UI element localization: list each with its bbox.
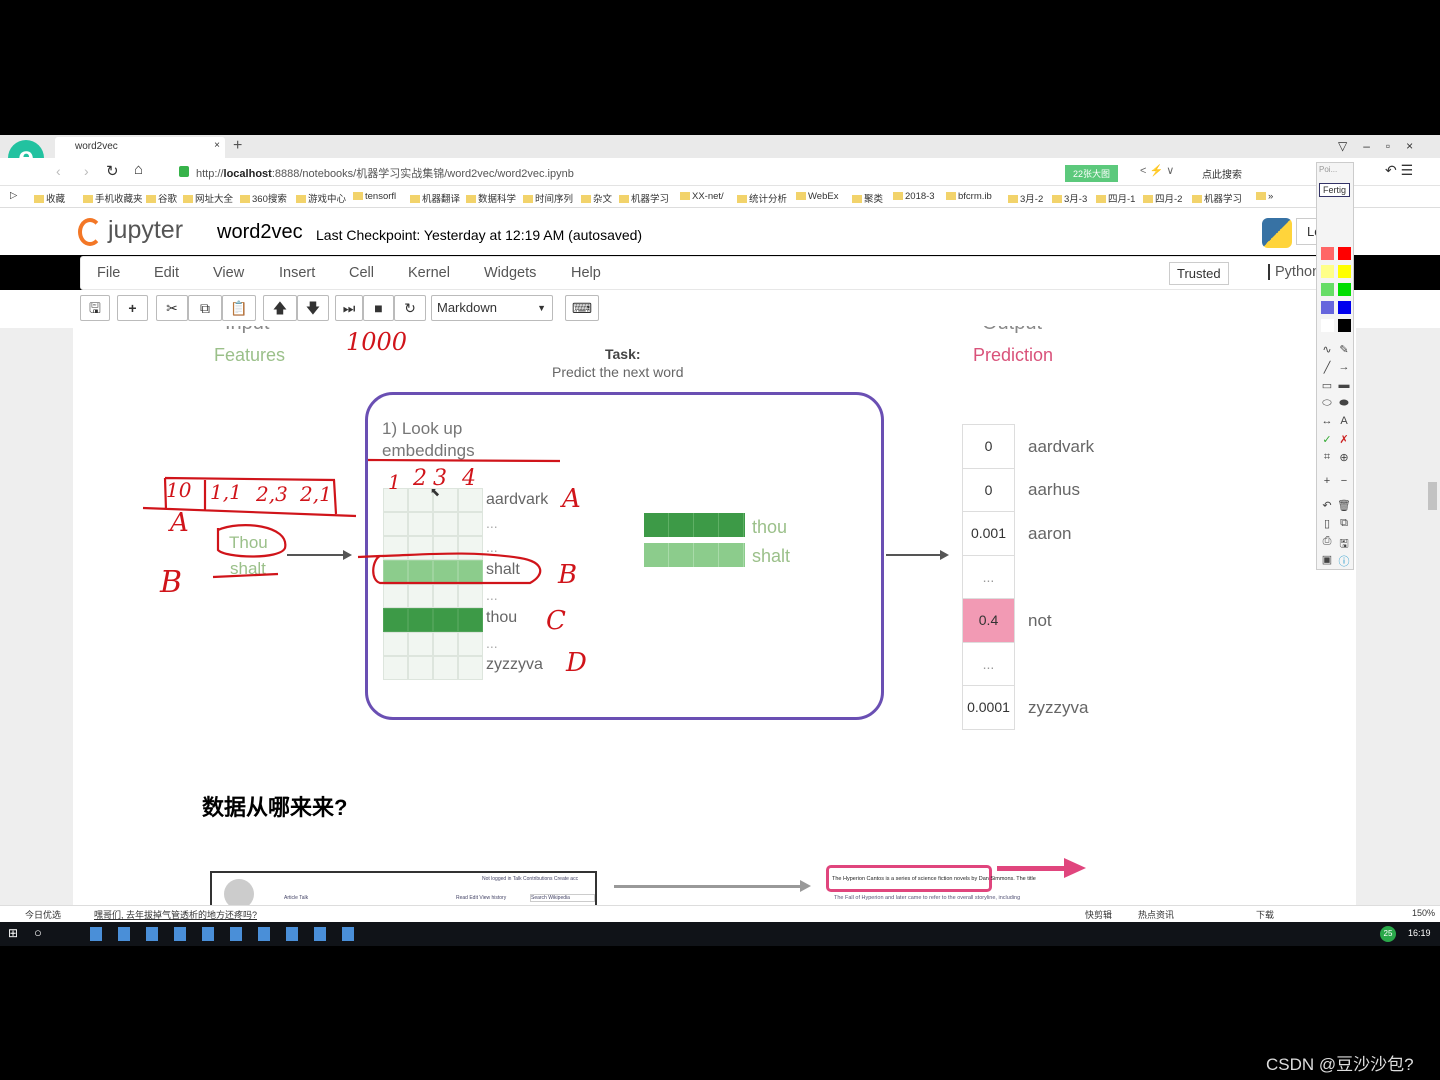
color-light-green[interactable] [1321,283,1334,296]
search-icon[interactable]: ○ [34,925,42,940]
check-icon[interactable]: ✓ [1319,433,1335,446]
status-zoom[interactable]: 150% [1412,908,1435,918]
color-red[interactable] [1338,247,1351,260]
color-white[interactable] [1321,319,1334,332]
cross-icon[interactable]: ✗ [1336,433,1352,446]
fertig-button[interactable]: Fertig [1319,183,1351,197]
rectangle-icon[interactable]: ▭ [1319,379,1335,392]
annotation-B: B [160,565,183,600]
color-light-red[interactable] [1321,247,1334,260]
csdn-watermark: CSDN @豆沙沙包? [1266,1055,1414,1074]
annotation-right: A [562,484,581,514]
line-icon[interactable]: ╱ [1319,361,1335,374]
wikipedia-logo-icon [224,879,254,905]
preview-text: The Hyperion Cantos is a series of scien… [832,876,1036,882]
annotation-right: D [566,648,587,678]
undo-icon[interactable]: ↶ [1319,499,1335,512]
status-daily-picks[interactable]: 今日优选 [25,908,61,921]
clock[interactable]: 16:19 [1408,928,1431,938]
wikipedia-screenshot: Not logged in Talk Contributions Create … [210,871,597,905]
zoom-icon[interactable]: ⊕ [1336,451,1352,464]
eraser-icon[interactable]: ✎ [1336,343,1352,356]
ellipse-icon[interactable]: ⬭ [1319,397,1335,410]
annotation-col: 2 [413,466,427,491]
save-disk-icon[interactable]: 🖫 [1336,535,1352,554]
taskbar-apps[interactable] [90,927,360,941]
image-icon[interactable]: ▣ [1319,553,1335,566]
color-yellow[interactable] [1338,265,1351,278]
annotation-vocab-size: 1000 [346,328,408,356]
annotation-A: A [170,508,189,538]
mouse-cursor-icon: ⬉ [430,485,441,499]
annotation-col: 1 [388,470,401,494]
annotation-row-value: 2,1 [300,482,332,506]
status-download[interactable]: 下载 [1256,908,1274,921]
annotation-row-value: 1,1 [210,480,242,504]
wiki-tabs: Article Talk [284,895,309,901]
pink-arrow [997,866,1067,871]
wiki-search: Search Wikipedia [530,894,595,902]
preview-text: The Fall of Hyperion and later came to r… [834,895,1021,901]
browser-status-bar: 今日优选 嘿哥们, 去年拔掉气管透析的地方还疼吗? 快剪辑 热点资讯 下载 15… [0,905,1440,922]
filled-rect-icon[interactable]: ▬ [1336,379,1352,391]
crop-icon[interactable]: ⌗ [1319,451,1335,464]
windows-taskbar: ⊞ ○ 25 16:19 [0,922,1440,946]
tray-badge: 25 [1380,926,1396,942]
copy-page-icon[interactable]: ⧉ [1336,517,1352,530]
print-icon[interactable]: ⎙ [1319,535,1335,548]
pen-annotation-toolbar: Poi... Fertig ∿ ✎ ╱ → ▭ ▬ ⬭ ⬬ ↔ A ✓ ✗ ⌗ ⊕ + − ↶ 🗑… [1316,162,1354,570]
status-clip[interactable]: 快剪辑 [1085,908,1112,921]
status-news-link[interactable]: 嘿哥们, 去年拔掉气管透析的地方还疼吗? [94,908,257,921]
info-icon[interactable]: ⓘ [1336,553,1352,569]
color-black[interactable] [1338,319,1351,332]
pointer-tool[interactable]: Poi... [1319,165,1337,174]
annotation-right: C [546,606,566,636]
preview-arrow-head-icon [800,880,811,892]
start-icon[interactable]: ⊞ [8,926,18,940]
preview-arrow [614,885,802,888]
annotation-row-value: 10 [166,478,192,502]
color-blue[interactable] [1338,301,1351,314]
double-arrow-icon[interactable]: ↔ [1319,415,1335,427]
filled-ellipse-icon[interactable]: ⬬ [1336,397,1352,410]
wiki-actions: Read Edit View history [456,895,507,901]
color-light-blue[interactable] [1321,301,1334,314]
annotation-right: B [558,560,578,590]
plus-icon[interactable]: + [1319,475,1335,487]
minus-icon[interactable]: − [1336,475,1352,487]
arrow-icon[interactable]: → [1336,361,1352,373]
annotation-col: 4 [462,466,476,491]
wiki-links: Not logged in Talk Contributions Create … [482,876,579,882]
annotation-row-value: 2,3 [256,482,288,506]
new-page-icon[interactable]: ▯ [1319,517,1335,530]
color-light-yellow[interactable] [1321,265,1334,278]
color-green[interactable] [1338,283,1351,296]
section-heading: 数据从哪来来? [202,795,348,820]
pink-arrow-head-icon [1064,858,1086,878]
freehand-icon[interactable]: ∿ [1319,343,1335,356]
text-icon[interactable]: A [1336,415,1352,427]
trash-icon[interactable]: 🗑 [1336,499,1352,512]
status-news[interactable]: 热点资讯 [1138,908,1174,921]
